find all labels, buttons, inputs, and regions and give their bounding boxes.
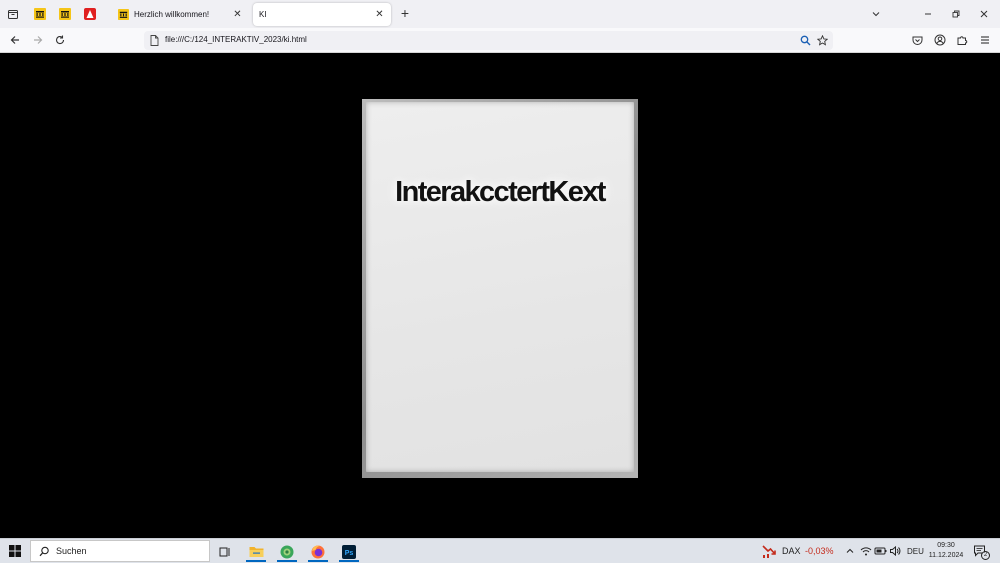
search-icon[interactable] bbox=[799, 34, 812, 47]
tab-bar: Herzlich willkommen! ✕ KI ✕ + bbox=[0, 0, 1000, 28]
browser-app-icon[interactable] bbox=[274, 541, 300, 562]
wifi-icon[interactable] bbox=[860, 545, 872, 557]
page-icon bbox=[150, 35, 159, 46]
sparkasse-icon bbox=[84, 8, 96, 20]
windows-start-icon[interactable] bbox=[9, 545, 21, 557]
volume-icon[interactable] bbox=[889, 545, 901, 557]
bank-icon bbox=[34, 8, 46, 20]
paper-title: InterakcctertKext bbox=[395, 176, 606, 208]
pinned-tab-1[interactable] bbox=[30, 4, 50, 24]
close-tab-icon[interactable]: ✕ bbox=[231, 8, 244, 21]
page-content: InterakcctertKext bbox=[0, 53, 1000, 538]
url-text[interactable]: file:///C:/124_INTERAKTIV_2023/ki.html bbox=[165, 35, 307, 44]
search-icon bbox=[39, 546, 49, 556]
taskbar-search[interactable]: Suchen bbox=[30, 540, 210, 562]
clock-time: 09:30 bbox=[937, 542, 955, 549]
close-window-icon[interactable] bbox=[976, 6, 992, 22]
pinned-tab-2[interactable] bbox=[55, 4, 75, 24]
forward-arrow-icon[interactable] bbox=[30, 32, 46, 48]
minimize-icon[interactable] bbox=[920, 6, 936, 22]
pocket-icon[interactable] bbox=[910, 33, 924, 47]
back-arrow-icon[interactable] bbox=[7, 32, 23, 48]
stock-down-icon[interactable] bbox=[762, 544, 777, 558]
photoshop-icon[interactable]: Ps bbox=[336, 541, 362, 562]
search-placeholder: Suchen bbox=[56, 546, 87, 556]
taskbar: Suchen Ps DAX -0,03% DEU 09:30 11.12.202… bbox=[0, 538, 1000, 563]
close-tab-icon[interactable]: ✕ bbox=[373, 8, 386, 21]
task-view-icon[interactable] bbox=[212, 541, 238, 562]
chevron-up-icon[interactable] bbox=[845, 546, 855, 556]
navigation-toolbar: file:///C:/124_INTERAKTIV_2023/ki.html bbox=[0, 28, 1000, 53]
notification-badge: 2 bbox=[981, 551, 990, 560]
paper-image-frame: InterakcctertKext bbox=[362, 99, 638, 478]
dax-label[interactable]: DAX bbox=[782, 546, 801, 556]
battery-icon[interactable] bbox=[874, 545, 887, 557]
new-tab-icon[interactable]: + bbox=[397, 5, 413, 21]
pinned-tab-3[interactable] bbox=[80, 4, 100, 24]
tab-herzlich-willkommen[interactable]: Herzlich willkommen! ✕ bbox=[112, 3, 249, 26]
restore-icon[interactable] bbox=[948, 6, 964, 22]
account-icon[interactable] bbox=[933, 33, 947, 47]
clock-date: 11.12.2024 bbox=[928, 552, 964, 559]
tab-ki[interactable]: KI ✕ bbox=[253, 3, 391, 26]
paper-sheet: InterakcctertKext bbox=[366, 102, 634, 472]
extensions-icon[interactable] bbox=[955, 33, 969, 47]
dax-change[interactable]: -0,03% bbox=[805, 546, 834, 556]
reload-icon[interactable] bbox=[52, 32, 68, 48]
bank-icon bbox=[59, 8, 71, 20]
tab-label: KI bbox=[259, 10, 267, 19]
clock[interactable]: 09:30 11.12.2024 bbox=[920, 541, 972, 561]
bookmark-star-icon[interactable] bbox=[816, 34, 829, 47]
url-bar[interactable]: file:///C:/124_INTERAKTIV_2023/ki.html bbox=[144, 31, 833, 50]
chevron-down-icon[interactable] bbox=[868, 6, 884, 22]
file-explorer-icon[interactable] bbox=[243, 541, 269, 562]
menu-icon[interactable] bbox=[978, 33, 992, 47]
firefox-icon[interactable] bbox=[305, 541, 331, 562]
svg-text:Ps: Ps bbox=[345, 550, 354, 557]
tab-label: Herzlich willkommen! bbox=[134, 10, 210, 19]
list-all-tabs-icon[interactable] bbox=[2, 3, 24, 25]
bank-icon bbox=[118, 9, 129, 20]
